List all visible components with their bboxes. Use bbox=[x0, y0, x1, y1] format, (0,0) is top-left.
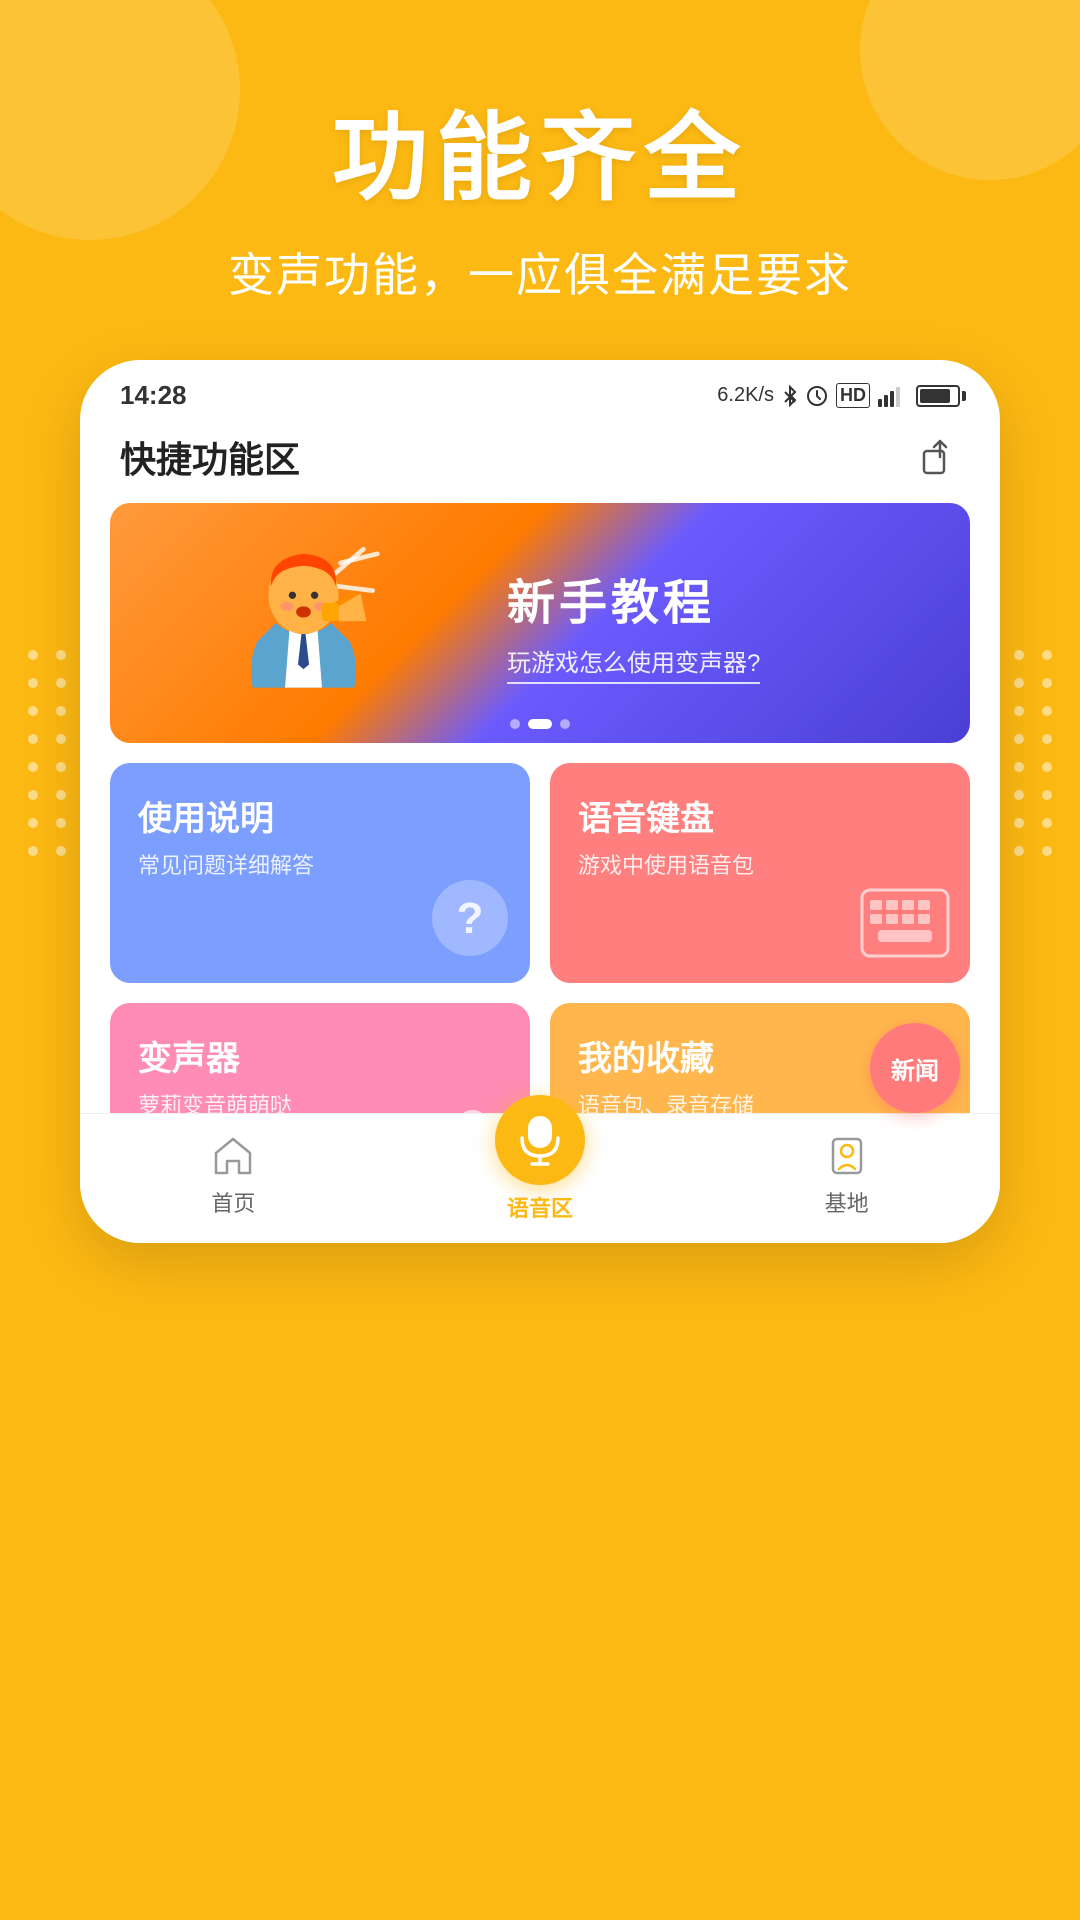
card-usage[interactable]: 使用说明 常见问题详细解答 ? bbox=[110, 763, 530, 983]
status-bar: 14:28 6.2K/s HD bbox=[80, 360, 1000, 421]
app-header: 快捷功能区 bbox=[80, 421, 1000, 503]
sub-title: 变声功能，一应俱全满足要求 bbox=[60, 239, 1020, 305]
header-section: 功能齐全 变声功能，一应俱全满足要求 bbox=[0, 80, 1080, 305]
nav-item-voice-zone[interactable]: 语音区 bbox=[387, 1125, 694, 1223]
svg-text:?: ? bbox=[457, 894, 484, 943]
banner-text: 新手教程 玩游戏怎么使用变声器? bbox=[497, 543, 970, 704]
keyboard-icon bbox=[860, 888, 950, 963]
banner-dot-1[interactable] bbox=[510, 719, 520, 729]
banner-title: 新手教程 bbox=[507, 563, 715, 633]
banner-pagination bbox=[510, 719, 570, 729]
bottom-navigation: 首页 语音区 bbox=[80, 1113, 1000, 1243]
home-nav-icon bbox=[208, 1130, 258, 1180]
status-time: 14:28 bbox=[120, 380, 187, 411]
base-nav-icon bbox=[822, 1130, 872, 1180]
banner-illustration bbox=[110, 503, 497, 743]
question-icon: ? bbox=[430, 878, 510, 963]
card-usage-subtitle: 常见问题详细解答 bbox=[138, 848, 502, 880]
card-voice-keyboard-title: 语音键盘 bbox=[578, 791, 942, 840]
main-title: 功能齐全 bbox=[60, 80, 1020, 219]
share-icon[interactable] bbox=[920, 437, 960, 477]
network-speed: 6.2K/s bbox=[717, 384, 774, 407]
nav-voice-label: 语音区 bbox=[507, 1191, 573, 1223]
app-page-title: 快捷功能区 bbox=[120, 431, 300, 483]
card-usage-title: 使用说明 bbox=[138, 791, 502, 840]
floating-news-button[interactable]: 新闻 bbox=[870, 1023, 960, 1113]
banner-dot-2[interactable] bbox=[528, 719, 552, 729]
banner-subtitle: 玩游戏怎么使用变声器? bbox=[507, 643, 760, 684]
nav-mic-button[interactable] bbox=[495, 1095, 585, 1185]
card-voice-keyboard-subtitle: 游戏中使用语音包 bbox=[578, 848, 942, 880]
nav-item-home[interactable]: 首页 bbox=[80, 1130, 387, 1218]
card-voice-changer-title: 变声器 bbox=[138, 1031, 502, 1080]
banner-dot-3[interactable] bbox=[560, 719, 570, 729]
status-icons: 6.2K/s HD bbox=[717, 383, 960, 408]
hd-badge: HD bbox=[836, 383, 870, 408]
nav-item-base[interactable]: 基地 bbox=[693, 1130, 1000, 1218]
banner-card[interactable]: 新手教程 玩游戏怎么使用变声器? bbox=[110, 503, 970, 743]
phone-mockup: 14:28 6.2K/s HD 快捷 bbox=[80, 360, 1000, 1243]
card-voice-keyboard[interactable]: 语音键盘 游戏中使用语音包 bbox=[550, 763, 970, 983]
nav-base-label: 基地 bbox=[825, 1186, 869, 1218]
floating-btn-label: 新闻 bbox=[891, 1051, 939, 1086]
clock-icon bbox=[806, 385, 828, 407]
battery-icon bbox=[916, 385, 960, 407]
bluetooth-icon bbox=[782, 385, 798, 407]
nav-home-label: 首页 bbox=[211, 1186, 255, 1218]
signal-icon bbox=[878, 385, 904, 407]
